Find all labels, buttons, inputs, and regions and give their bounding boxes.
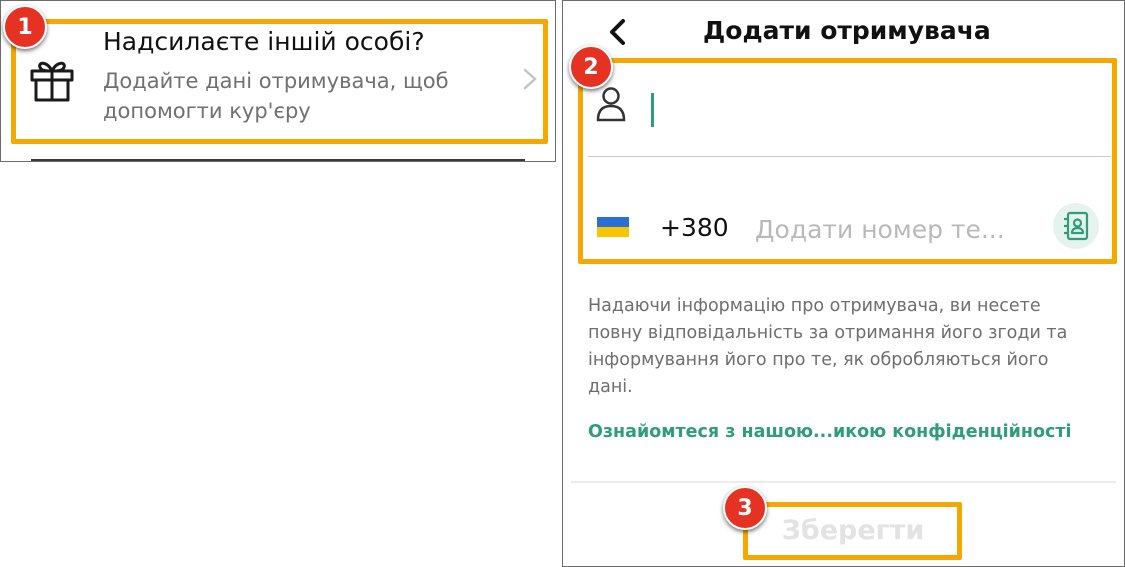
ukraine-flag-icon[interactable] <box>597 217 629 237</box>
page-title: Додати отримувача <box>703 16 991 45</box>
prompt-subtitle-line1: Додайте дані отримувача, щоб <box>103 69 449 93</box>
footer-divider <box>571 481 1116 483</box>
prompt-subtitle-line2: допомогти кур'єру <box>103 99 311 123</box>
save-button[interactable]: Зберегти <box>758 509 948 551</box>
text-cursor <box>651 93 654 127</box>
gift-icon <box>30 61 74 102</box>
phone-number-input[interactable] <box>753 209 1027 249</box>
contacts-button[interactable] <box>1053 203 1099 249</box>
recipient-name-input[interactable] <box>648 89 1092 133</box>
field-divider <box>588 156 1111 157</box>
card-bottom-border <box>31 159 525 161</box>
step-badge-3: 3 <box>723 486 767 530</box>
step-badge-2: 2 <box>569 45 613 89</box>
country-code[interactable]: +380 <box>660 213 729 242</box>
disclaimer-text: Надаючи інформацію про отримувача, ви не… <box>588 296 1068 397</box>
add-recipient-screen: Додати отримувача 2 +380 Надаючи інформа… <box>562 0 1125 567</box>
privacy-policy-link[interactable]: Ознайомтеся з нашою...икою конфіденційно… <box>588 422 1072 442</box>
back-arrow-icon[interactable] <box>603 15 633 49</box>
person-icon <box>596 87 626 122</box>
chevron-right-icon <box>523 68 537 90</box>
step-badge-1: 1 <box>3 5 47 49</box>
contacts-book-icon <box>1064 211 1089 241</box>
recipient-prompt-card[interactable]: 1 Надсилаєте іншій особі? Додайте дані о… <box>0 0 556 162</box>
prompt-title: Надсилаєте іншій особі? <box>103 27 425 56</box>
